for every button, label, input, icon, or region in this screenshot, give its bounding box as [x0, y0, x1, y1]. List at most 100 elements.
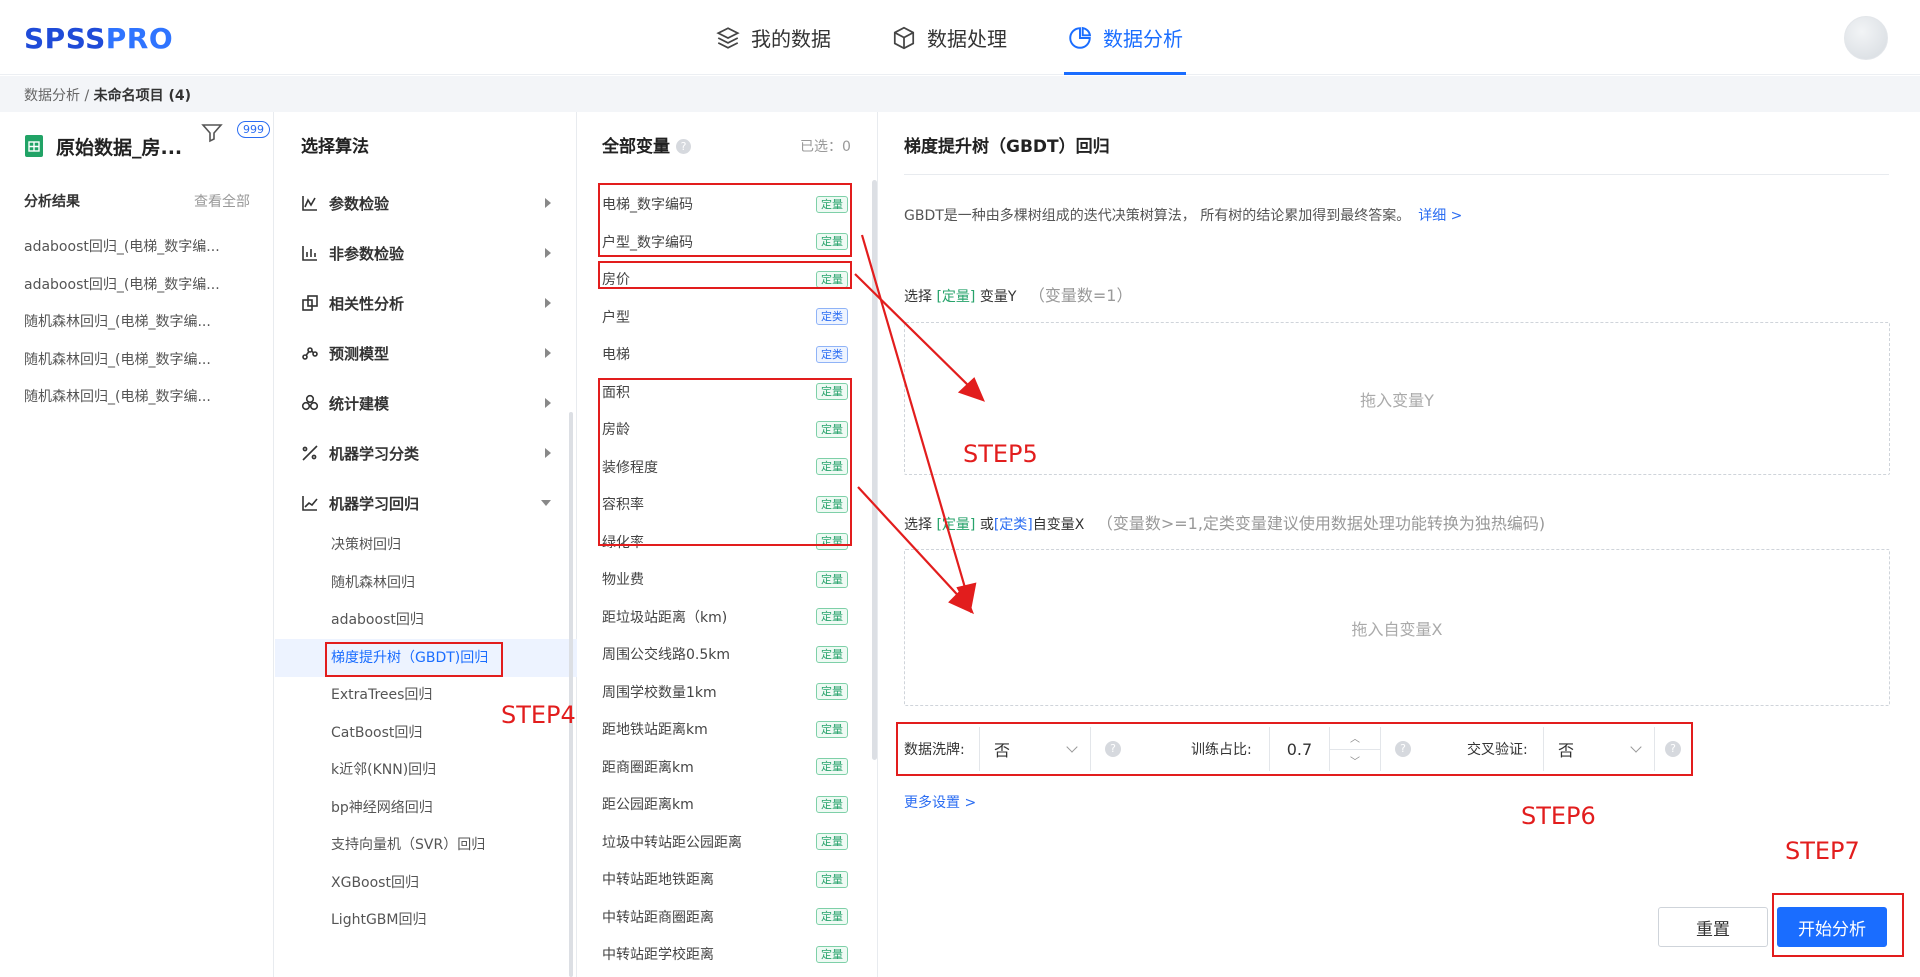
algo-item[interactable]: XGBoost回归 — [331, 872, 419, 894]
variable-item[interactable]: 电梯 定类 — [602, 343, 848, 365]
divider — [904, 174, 1889, 175]
results-header: 分析结果 查看全部 — [24, 191, 250, 211]
annotation-box-price — [598, 261, 852, 289]
variable-item[interactable]: 距地铁站距离km 定量 — [602, 718, 848, 740]
variable-item[interactable]: 中转站距地铁距离 定量 — [602, 868, 848, 890]
variable-item[interactable]: 垃圾中转站距公园距离 定量 — [602, 831, 848, 853]
bar-chart-icon — [302, 246, 317, 261]
algo-item[interactable]: ExtraTrees回归 — [331, 684, 432, 706]
result-item[interactable]: 随机森林回归_(电梯_数字编... — [24, 311, 220, 349]
correlation-icon — [302, 295, 318, 311]
breadcrumb-current: 未命名项目 (4) — [93, 88, 192, 104]
algo-item[interactable]: 随机森林回归 — [331, 572, 415, 594]
annotation-step4: STEP4 — [501, 701, 576, 729]
algo-item[interactable]: k近邻(KNN)回归 — [331, 759, 436, 781]
result-item[interactable]: 随机森林回归_(电梯_数字编... — [24, 349, 220, 387]
category-parametric-test[interactable]: 参数检验 — [301, 191, 551, 215]
algo-item[interactable]: 支持向量机（SVR）回归 — [331, 834, 485, 856]
annotation-box-encoded-vars — [598, 183, 852, 257]
category-correlation[interactable]: 相关性分析 — [301, 291, 551, 315]
y-dropzone[interactable]: 拖入变量Y — [904, 322, 1890, 475]
variable-type-tag: 定量 — [816, 795, 848, 813]
variable-type-tag: 定量 — [816, 720, 848, 738]
selected-count: 已选：0 — [800, 139, 851, 155]
variable-item[interactable]: 距垃圾站距离（km) 定量 — [602, 606, 848, 628]
result-item[interactable]: 随机森林回归_(电梯_数字编... — [24, 386, 220, 424]
variable-panel-title: 全部变量? — [602, 132, 691, 157]
config-panel: 梯度提升树（GBDT）回归 GBDT是一种由多棵树组成的迭代决策树算法， 所有树… — [879, 112, 1920, 977]
variable-scrollbar[interactable] — [872, 180, 877, 760]
category-nonparametric-test[interactable]: 非参数检验 — [301, 241, 551, 265]
annotation-step5: STEP5 — [963, 440, 1038, 468]
variable-item[interactable]: 中转站距学校距离 定量 — [602, 943, 848, 965]
detail-link[interactable]: 详细 > — [1418, 208, 1462, 224]
algorithm-panel-title: 选择算法 — [301, 137, 369, 157]
spsspro-logo[interactable]: SPSSPRO — [24, 22, 173, 55]
chevron-right-icon — [545, 198, 551, 208]
filter-icon[interactable] — [200, 120, 224, 144]
view-all-link[interactable]: 查看全部 — [194, 191, 250, 211]
chevron-right-icon — [545, 298, 551, 308]
variable-type-tag: 定量 — [816, 570, 848, 588]
file-panel: 原始数据_房... 999 分析结果 查看全部 adaboost回归_(电梯_数… — [0, 112, 274, 977]
variable-item[interactable]: 距商圈距离km 定量 — [602, 756, 848, 778]
tab-data-processing[interactable]: 数据处理 — [888, 0, 1010, 75]
tab-data-analysis[interactable]: 数据分析 — [1064, 0, 1186, 75]
annotation-box-feature-vars — [598, 378, 852, 546]
main-nav: 我的数据 数据处理 数据分析 — [712, 0, 1240, 75]
filter-count-badge: 999 — [237, 121, 270, 138]
variable-item[interactable]: 户型 定类 — [602, 306, 848, 328]
annotation-box-params — [896, 722, 1693, 776]
breadcrumb-root[interactable]: 数据分析 — [24, 88, 80, 104]
results-list: adaboost回归_(电梯_数字编... adaboost回归_(电梯_数字编… — [24, 236, 220, 424]
annotation-box-gbdt — [325, 642, 503, 677]
annotation-box-start — [1772, 893, 1904, 957]
result-item[interactable]: adaboost回归_(电梯_数字编... — [24, 274, 220, 312]
variable-item[interactable]: 中转站距商圈距离 定量 — [602, 906, 848, 928]
algo-item[interactable]: adaboost回归 — [331, 609, 424, 631]
variable-item[interactable]: 周围公交线路0.5km 定量 — [602, 643, 848, 665]
variable-type-tag: 定量 — [816, 683, 848, 700]
forecast-icon — [302, 347, 318, 360]
y-select-label: 选择 [定量] 变量Y （变量数=1） — [904, 286, 1133, 305]
spreadsheet-icon — [25, 135, 43, 157]
algorithm-scrollbar[interactable] — [569, 412, 573, 977]
category-statistical-modeling[interactable]: 统计建模 — [301, 391, 551, 415]
algo-item[interactable]: LightGBM回归 — [331, 909, 426, 931]
breadcrumb-bar: 数据分析 / 未命名项目 (4) — [0, 76, 1920, 112]
cube-icon — [893, 26, 915, 49]
category-ml-regression[interactable]: 机器学习回归 — [301, 491, 551, 515]
variable-type-tag: 定量 — [816, 833, 848, 850]
algo-item[interactable]: 决策树回归 — [331, 534, 401, 556]
line-chart-icon — [302, 196, 317, 211]
regression-icon — [302, 496, 318, 511]
help-icon[interactable]: ? — [676, 139, 691, 154]
result-item[interactable]: adaboost回归_(电梯_数字编... — [24, 236, 220, 274]
variable-item[interactable]: 物业费 定量 — [602, 568, 848, 590]
algo-item[interactable]: bp神经网络回归 — [331, 797, 433, 819]
variable-item[interactable]: 距公园距离km 定量 — [602, 793, 848, 815]
pie-chart-icon — [1069, 26, 1092, 49]
chevron-right-icon — [545, 448, 551, 458]
file-name: 原始数据_房... — [56, 136, 183, 159]
breadcrumb: 数据分析 / 未命名项目 (4) — [24, 88, 192, 104]
category-ml-classification[interactable]: 机器学习分类 — [301, 441, 551, 465]
tab-my-data[interactable]: 我的数据 — [712, 0, 834, 75]
variable-type-tag: 定类 — [816, 345, 848, 363]
classify-icon — [302, 445, 318, 461]
category-forecast[interactable]: 预测模型 — [301, 341, 551, 365]
chevron-right-icon — [545, 248, 551, 258]
cluster-icon — [301, 394, 319, 411]
annotation-step7: STEP7 — [1785, 837, 1860, 865]
more-settings-link[interactable]: 更多设置 > — [904, 792, 976, 812]
algorithm-description: GBDT是一种由多棵树组成的迭代决策树算法， 所有树的结论累加得到最终答案。 详细… — [904, 208, 1463, 224]
chevron-right-icon — [545, 398, 551, 408]
variable-item[interactable]: 周围学校数量1km 定量 — [602, 681, 848, 703]
file-header[interactable]: 原始数据_房... — [24, 130, 274, 162]
x-dropzone[interactable]: 拖入自变量X — [904, 549, 1890, 706]
avatar[interactable] — [1844, 16, 1888, 60]
variable-type-tag: 定量 — [816, 908, 848, 925]
reset-button[interactable]: 重置 — [1658, 907, 1768, 947]
top-header: SPSSPRO 我的数据 数据处理 数据分析 — [0, 0, 1920, 75]
algo-item[interactable]: CatBoost回归 — [331, 722, 422, 744]
